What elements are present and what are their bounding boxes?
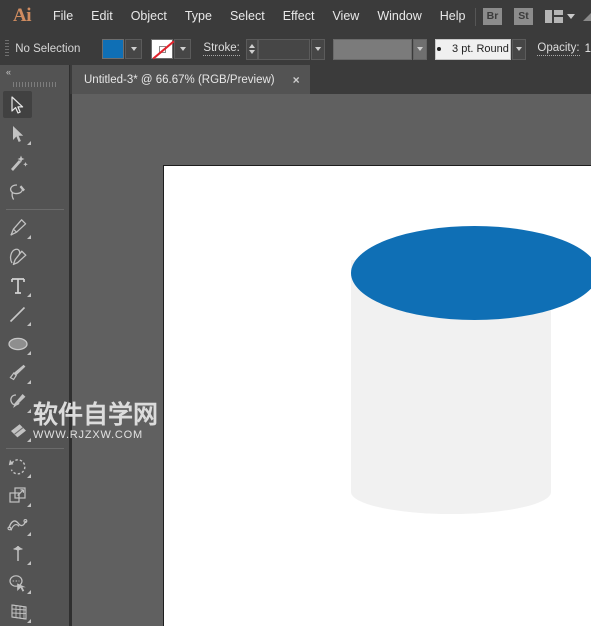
fill-dropdown-button[interactable] [125, 39, 143, 59]
scale-tool[interactable] [0, 481, 35, 510]
brush-definition-label: 3 pt. Round [452, 43, 509, 55]
document-tab-title: Untitled-3* @ 66.67% (RGB/Preview) [84, 73, 275, 86]
fill-color-swatch[interactable] [102, 39, 125, 59]
menu-edit[interactable]: Edit [82, 0, 122, 33]
tool-flyout-indicator-icon [27, 590, 31, 594]
line-segment-tool[interactable] [0, 300, 35, 329]
rotate-tool[interactable] [0, 452, 35, 481]
tool-flyout-indicator-icon [27, 619, 31, 623]
selection-status-label: No Selection [15, 43, 81, 55]
stroke-control-group [151, 39, 192, 59]
tool-flyout-indicator-icon [27, 474, 31, 478]
collapse-panel-icon[interactable]: « [0, 65, 69, 79]
close-icon[interactable]: × [293, 74, 300, 86]
eraser-tool[interactable] [0, 416, 35, 445]
workspace-switcher-icon[interactable] [545, 10, 563, 23]
ellipse-tool[interactable] [0, 329, 35, 358]
brush-definition-dropdown-button[interactable] [511, 38, 527, 60]
paintbrush-tool[interactable] [0, 358, 35, 387]
menu-view[interactable]: View [323, 0, 368, 33]
opacity-label[interactable]: Opacity: [537, 42, 580, 56]
curvature-tool[interactable] [0, 242, 35, 271]
tools-panel-grip[interactable] [0, 79, 69, 90]
lasso-tool[interactable] [0, 177, 35, 206]
menu-window[interactable]: Window [368, 0, 430, 33]
app-logo-icon: Ai [13, 4, 32, 26]
menu-bar-right-cluster: Br St [468, 0, 591, 33]
menu-effect[interactable]: Effect [274, 0, 324, 33]
document-tab[interactable]: Untitled-3* @ 66.67% (RGB/Preview) × [72, 65, 310, 94]
illustrator-window: Ai File Edit Object Type Select Effect V… [0, 0, 591, 626]
brush-definition-field[interactable]: 3 pt. Round [435, 38, 511, 60]
tools-divider [5, 448, 64, 449]
canvas-area[interactable] [70, 94, 591, 626]
control-bar-grip[interactable] [5, 40, 10, 58]
document-tab-bar: Untitled-3* @ 66.67% (RGB/Preview) × [0, 65, 591, 94]
stroke-dropdown-button[interactable] [174, 39, 192, 59]
bridge-button[interactable]: Br [483, 8, 502, 25]
stroke-profile-input[interactable] [333, 38, 412, 60]
stroke-weight-label[interactable]: Stroke: [203, 42, 240, 56]
fill-control-group [102, 39, 143, 59]
tools-divider [5, 209, 64, 210]
artboard[interactable] [163, 165, 591, 626]
magic-wand-tool[interactable] [0, 148, 35, 177]
perspective-grid-tool[interactable] [0, 597, 35, 626]
width-tool[interactable] [0, 510, 35, 539]
pen-tool[interactable] [0, 213, 35, 242]
shape-builder-tool[interactable] [0, 568, 35, 597]
menu-separator [475, 7, 476, 26]
tool-flyout-indicator-icon [27, 141, 31, 145]
control-bar: No Selection Stroke: 3 pt. Round Opacity… [0, 33, 591, 66]
tool-group-transform [0, 452, 69, 626]
tool-group-drawing [0, 213, 69, 445]
tool-flyout-indicator-icon [27, 351, 31, 355]
type-tool[interactable] [0, 271, 35, 300]
direct-selection-tool[interactable] [0, 119, 35, 148]
free-transform-tool[interactable] [0, 539, 35, 568]
tool-flyout-indicator-icon [27, 380, 31, 384]
canvas-left-edge [70, 94, 72, 626]
tool-flyout-indicator-icon [27, 503, 31, 507]
tool-flyout-indicator-icon [27, 235, 31, 239]
tools-panel: « [0, 65, 70, 626]
tool-flyout-indicator-icon [27, 561, 31, 565]
stroke-weight-dropdown-button[interactable] [310, 38, 326, 60]
tool-group-selection [0, 90, 69, 206]
stock-button[interactable]: St [514, 8, 533, 25]
tool-flyout-indicator-icon [27, 322, 31, 326]
stroke-weight-input[interactable] [257, 38, 310, 60]
stroke-profile-dropdown-button[interactable] [412, 38, 428, 60]
menu-type[interactable]: Type [176, 0, 221, 33]
tool-flyout-indicator-icon [27, 438, 31, 442]
stroke-color-swatch-none[interactable] [151, 39, 174, 59]
menu-select[interactable]: Select [221, 0, 274, 33]
brush-preview-icon [437, 47, 442, 51]
shaper-tool[interactable] [0, 387, 35, 416]
selection-tool[interactable] [0, 90, 35, 119]
workspace-chevron-down-icon[interactable] [567, 14, 575, 19]
tool-flyout-indicator-icon [27, 532, 31, 536]
cylinder-top-ellipse-shape[interactable] [351, 226, 591, 320]
tool-flyout-indicator-icon [27, 409, 31, 413]
menu-bar: Ai File Edit Object Type Select Effect V… [0, 0, 591, 33]
stroke-weight-stepper[interactable] [245, 38, 258, 60]
opacity-value[interactable]: 1 [585, 43, 591, 55]
panel-corner-icon [583, 12, 591, 21]
menu-object[interactable]: Object [122, 0, 176, 33]
menu-file[interactable]: File [44, 0, 82, 33]
tool-flyout-indicator-icon [27, 293, 31, 297]
